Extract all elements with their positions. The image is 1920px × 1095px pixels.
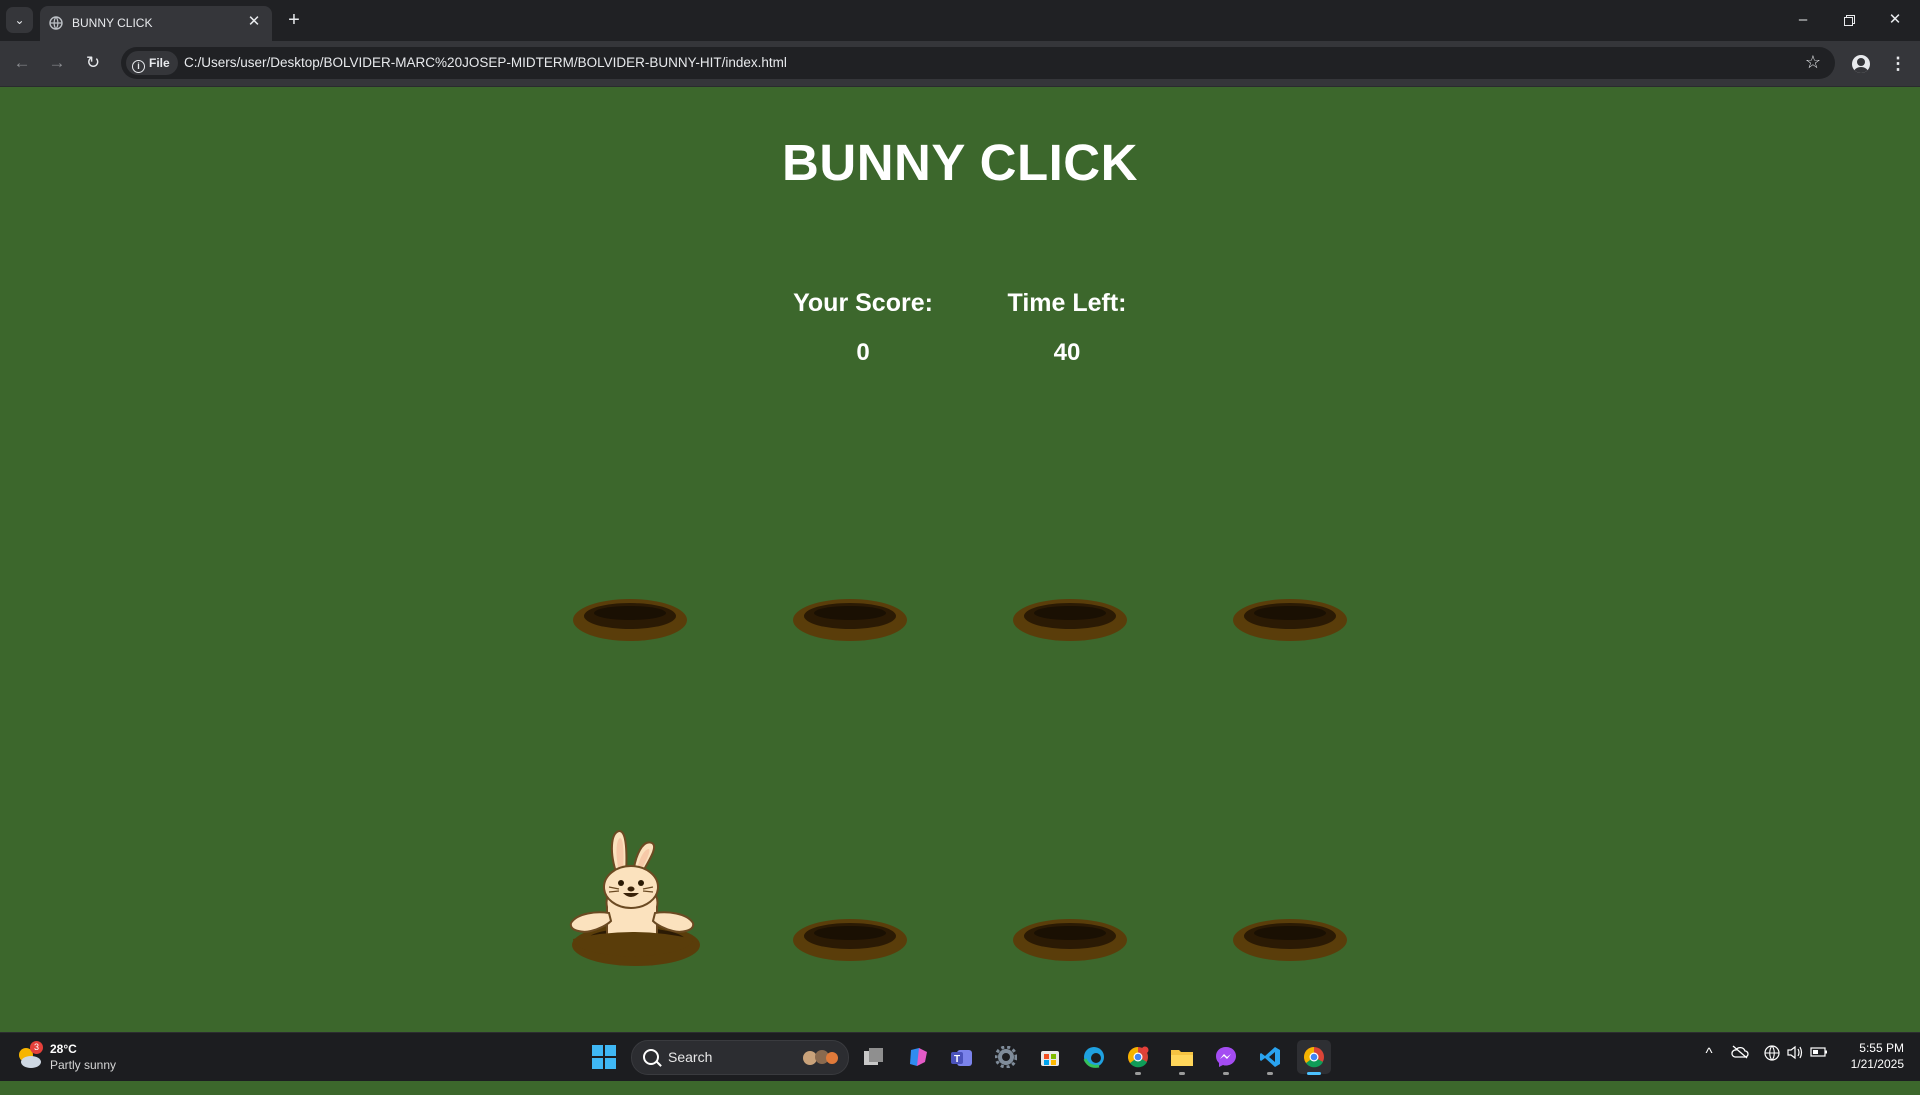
store-button[interactable]: [1033, 1040, 1067, 1074]
task-view-icon: [864, 1048, 883, 1065]
weather-badge: 3: [30, 1041, 43, 1054]
url-text[interactable]: C:/Users/user/Desktop/BOLVIDER-MARC%20JO…: [184, 55, 787, 70]
info-icon: i: [132, 60, 145, 73]
hole-7[interactable]: [1012, 916, 1128, 962]
browser-menu-button[interactable]: ⋮: [1885, 51, 1911, 77]
folder-icon: [1171, 1050, 1193, 1066]
profile-button[interactable]: [1848, 51, 1874, 77]
taskbar-search[interactable]: Search: [631, 1040, 849, 1075]
battery-status-icon: [1810, 1047, 1827, 1057]
edge-button[interactable]: [1077, 1040, 1111, 1074]
close-tab-icon[interactable]: ✕: [245, 13, 263, 31]
restore-icon: [1843, 14, 1855, 26]
store-icon: [1041, 1051, 1059, 1066]
clock-date: 1/21/2025: [1850, 1057, 1904, 1071]
edge-icon: [1083, 1047, 1104, 1068]
tab-title: BUNNY CLICK: [72, 16, 153, 30]
teams-button[interactable]: T: [945, 1040, 979, 1074]
search-icon: [643, 1049, 659, 1065]
score-panel: Your Score: 0: [763, 289, 963, 367]
hole-1[interactable]: [572, 596, 688, 642]
chrome-active-button[interactable]: [1297, 1040, 1331, 1075]
browser-toolbar: ← → ↻ i File C:/Users/user/Desktop/BOLVID…: [0, 41, 1920, 87]
reload-button[interactable]: ↻: [80, 51, 106, 75]
hole-3[interactable]: [1012, 596, 1128, 642]
show-hidden-icons-button[interactable]: ^: [1699, 1045, 1719, 1062]
gear-icon: [995, 1046, 1017, 1068]
minimize-button[interactable]: –: [1780, 0, 1826, 40]
running-indicator: [1179, 1072, 1185, 1075]
onedrive-icon[interactable]: [1730, 1045, 1750, 1063]
task-view-button[interactable]: [857, 1040, 891, 1074]
globe-network-icon: [1764, 1045, 1780, 1061]
time-value: 40: [1053, 339, 1081, 366]
copilot-button[interactable]: [901, 1040, 935, 1074]
windows-start-icon[interactable]: [592, 1045, 616, 1069]
close-window-button[interactable]: ✕: [1872, 0, 1918, 40]
browser-tab[interactable]: BUNNY CLICK ✕: [40, 6, 272, 41]
globe-icon: [49, 16, 63, 30]
game-page: BUNNY CLICK Your Score: 0 Time Left: 40: [0, 87, 1920, 1095]
score-label: Your Score:: [793, 289, 933, 317]
back-button[interactable]: ←: [9, 51, 35, 75]
weather-condition: Partly sunny: [50, 1058, 117, 1072]
temperature: 28°C: [50, 1042, 77, 1056]
messenger-icon: [1216, 1047, 1236, 1067]
tab-search-button[interactable]: ⌄: [6, 7, 33, 33]
vscode-icon: [1260, 1047, 1280, 1067]
cloud-off-icon: [1731, 1045, 1749, 1059]
time-panel: Time Left: 40: [967, 289, 1167, 367]
file-explorer-button[interactable]: [1165, 1040, 1199, 1075]
search-highlight-icon: [803, 1050, 838, 1065]
system-clock[interactable]: 5:55 PM 1/21/2025: [1851, 1040, 1904, 1072]
time-label: Time Left:: [1007, 289, 1127, 317]
site-chip-label: File: [149, 56, 170, 70]
volume-icon[interactable]: [1785, 1045, 1805, 1064]
running-indicator: [1135, 1072, 1141, 1075]
chrome-profile-button[interactable]: [1121, 1040, 1155, 1075]
forward-button[interactable]: →: [44, 51, 70, 75]
new-tab-button[interactable]: +: [283, 9, 305, 31]
restore-button[interactable]: [1826, 0, 1872, 40]
svg-text:T: T: [954, 1054, 960, 1065]
running-indicator: [1267, 1072, 1273, 1075]
active-indicator: [1307, 1072, 1321, 1075]
bookmark-star-icon[interactable]: ☆: [1805, 52, 1821, 73]
address-bar[interactable]: i File C:/Users/user/Desktop/BOLVIDER-MAR…: [121, 47, 1835, 79]
copilot-icon: [910, 1048, 927, 1066]
taskbar: 3 28°C Partly sunny Search T ^ 5:55 PM 1…: [0, 1032, 1920, 1081]
hole-2[interactable]: [792, 596, 908, 642]
page-title: BUNNY CLICK: [782, 134, 1138, 191]
messenger-button[interactable]: [1209, 1040, 1243, 1075]
speaker-icon: [1786, 1045, 1802, 1060]
hole-6[interactable]: [792, 916, 908, 962]
score-value: 0: [856, 339, 870, 366]
battery-icon[interactable]: [1809, 1045, 1829, 1062]
teams-icon: T: [951, 1050, 972, 1066]
vscode-button[interactable]: [1253, 1040, 1287, 1075]
search-label: Search: [668, 1049, 713, 1065]
site-info-chip[interactable]: i File: [126, 51, 178, 75]
hole-4[interactable]: [1232, 596, 1348, 642]
chrome-icon: [1304, 1047, 1324, 1068]
clock-time: 5:55 PM: [1859, 1041, 1904, 1055]
weather-widget[interactable]: 3 28°C Partly sunny: [16, 1041, 156, 1073]
network-icon[interactable]: [1762, 1045, 1782, 1065]
browser-tab-bar: ⌄ BUNNY CLICK ✕ + – ✕: [0, 0, 1920, 41]
bunny-target[interactable]: [567, 827, 699, 962]
running-indicator: [1223, 1072, 1229, 1075]
settings-button[interactable]: [989, 1040, 1023, 1074]
chrome-icon: [1128, 1046, 1149, 1068]
hole-8[interactable]: [1232, 916, 1348, 962]
profile-avatar-icon: [1852, 55, 1870, 73]
